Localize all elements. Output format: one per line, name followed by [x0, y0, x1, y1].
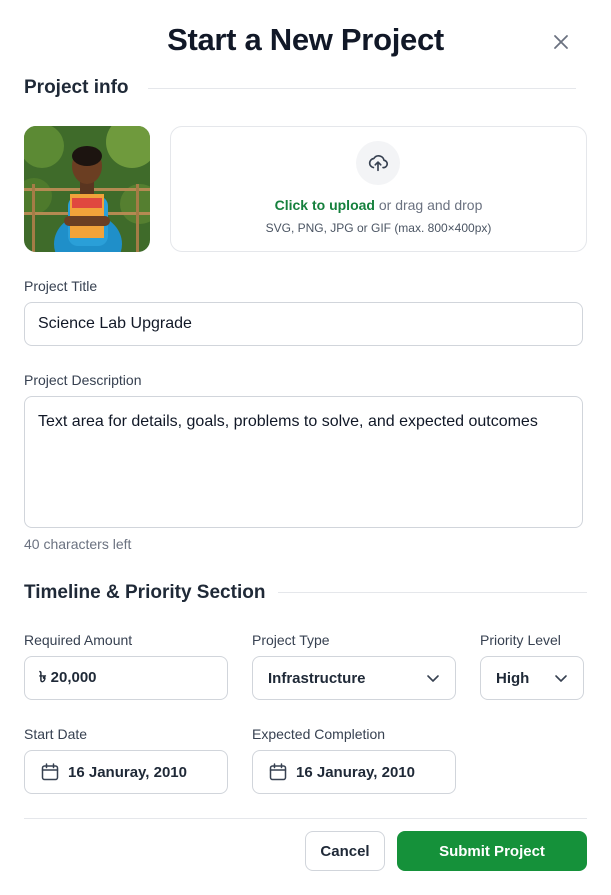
drag-drop-text: or drag and drop — [374, 197, 483, 213]
expected-completion-value: 16 Januray, 2010 — [296, 763, 415, 781]
expected-completion-label: Expected Completion — [252, 726, 386, 742]
x-icon — [554, 35, 568, 49]
project-type-select[interactable]: Infrastructure — [252, 656, 456, 700]
cancel-button[interactable]: Cancel — [305, 831, 385, 871]
priority-level-select[interactable]: High — [480, 656, 584, 700]
timeline-heading: Timeline & Priority Section — [24, 582, 266, 603]
project-type-value: Infrastructure — [268, 669, 366, 687]
footer-divider — [24, 818, 587, 819]
click-to-upload-link[interactable]: Click to upload — [275, 197, 375, 213]
project-title-input[interactable]: Science Lab Upgrade — [24, 302, 583, 346]
required-amount-value: ৳ 20,000 — [39, 668, 97, 686]
upload-format-hint: SVG, PNG, JPG or GIF (max. 800×400px) — [265, 221, 492, 235]
chevron-down-icon — [555, 675, 567, 682]
characters-left-hint: 40 characters left — [24, 536, 132, 552]
dialog-title: Start a New Project — [167, 22, 444, 57]
start-date-label: Start Date — [24, 726, 88, 742]
upload-dropzone[interactable]: Click to upload or drag and drop SVG, PN… — [170, 126, 587, 252]
start-date-picker[interactable]: 16 Januray, 2010 — [24, 750, 228, 794]
project-description-label: Project Description — [24, 372, 142, 388]
section-divider — [278, 592, 587, 593]
project-title-label: Project Title — [24, 278, 98, 294]
project-description-textarea[interactable]: Text area for details, goals, problems t… — [24, 396, 583, 528]
section-divider — [148, 88, 576, 89]
project-type-label: Project Type — [252, 632, 330, 648]
priority-level-value: High — [496, 669, 530, 687]
chevron-down-icon — [427, 675, 439, 682]
calendar-icon — [268, 762, 288, 782]
project-photo — [24, 126, 150, 252]
close-button[interactable] — [548, 29, 574, 55]
start-date-value: 16 Januray, 2010 — [68, 763, 187, 781]
new-project-dialog: Start a New Project Project info Click t… — [0, 0, 611, 895]
required-amount-input[interactable]: ৳ 20,000 — [24, 656, 228, 700]
upload-cloud-icon — [356, 141, 400, 185]
project-info-heading: Project info — [24, 77, 129, 98]
submit-project-button[interactable]: Submit Project — [397, 831, 587, 871]
required-amount-label: Required Amount — [24, 632, 133, 648]
priority-level-label: Priority Level — [480, 632, 561, 648]
calendar-icon — [40, 762, 60, 782]
expected-completion-picker[interactable]: 16 Januray, 2010 — [252, 750, 456, 794]
upload-instructions: Click to upload or drag and drop — [171, 197, 586, 213]
